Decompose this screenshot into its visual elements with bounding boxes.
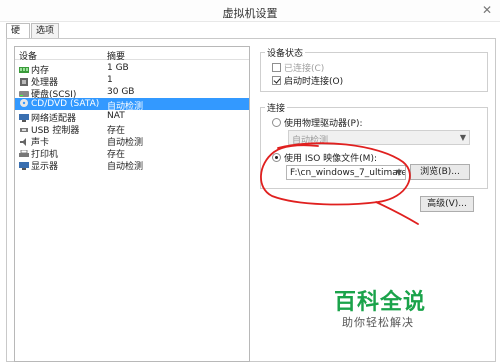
watermark: 百科全说 助你轻松解决 [334,284,494,344]
usb-controller-icon [19,126,29,134]
iso-file-radio[interactable]: 使用 ISO 映像文件(M): [272,151,377,164]
device-list[interactable]: 设备 摘要 内存 1 GB 处理器 1 硬盘(SCSI) 30 GB CD/DV… [14,46,250,362]
physical-drive-label: 使用物理驱动器(P): [284,119,363,129]
device-name: CD/DVD (SATA) [31,99,100,109]
device-summary: NAT [107,111,125,121]
device-row-printer[interactable]: 打印机 存在 [15,146,249,160]
list-header: 设备 摘要 [15,47,249,62]
chevron-down-icon: ▼ [459,133,466,142]
display-icon [19,162,29,170]
connected-label: 已连接(C) [284,64,325,74]
connection-title: 连接 [265,101,288,114]
device-name: 显示器 [31,162,59,172]
tab-options[interactable]: 选项 [31,23,59,38]
watermark-logo: 百科全说 [334,290,427,315]
network-adapter-icon [19,114,29,122]
tab-hardware[interactable]: 硬件 [6,23,30,50]
hard-disk-icon [19,90,29,98]
window-title: 虚拟机设置 [222,7,278,20]
device-row-hard-disk[interactable]: 硬盘(SCSI) 30 GB [15,86,249,100]
device-summary: 30 GB [107,87,135,97]
connect-at-power-on-checkbox[interactable]: 启动时连接(O) [272,74,343,87]
physical-drive-radio[interactable]: 使用物理驱动器(P): [272,116,362,129]
browse-button[interactable]: 浏览(B)... [410,164,470,180]
close-icon[interactable]: ✕ [478,2,496,18]
device-row-usb-controller[interactable]: USB 控制器 存在 [15,122,249,136]
cd-dvd-icon [19,99,29,107]
device-row-display[interactable]: 显示器 自动检测 [15,158,249,172]
physical-drive-value: 自动检测 [292,136,329,145]
column-header-device[interactable]: 设备 [19,49,37,62]
physical-drive-select[interactable]: 自动检测 ▼ [288,130,470,145]
device-summary: 1 GB [107,63,129,73]
column-header-summary[interactable]: 摘要 [107,49,125,62]
connected-checkbox[interactable]: 已连接(C) [272,61,324,74]
processor-icon [19,78,29,86]
device-summary: 自动检测 [107,162,144,172]
title-bar: 虚拟机设置 ✕ [0,0,500,22]
device-row-memory[interactable]: 内存 1 GB [15,62,249,76]
connect-at-power-on-label: 启动时连接(O) [284,77,344,87]
device-row-sound-card[interactable]: 声卡 自动检测 [15,134,249,148]
device-summary: 1 [107,75,113,85]
printer-icon [19,149,29,158]
device-status-title: 设备状态 [265,46,306,59]
device-row-cd-dvd[interactable]: CD/DVD (SATA) 自动检测 [15,98,249,112]
iso-path-value: F:\cn_windows_7_ultimate_ [290,168,406,178]
chevron-down-icon: ▼ [395,168,402,177]
device-row-processor[interactable]: 处理器 1 [15,74,249,88]
iso-file-label: 使用 ISO 映像文件(M): [284,154,377,164]
device-row-network-adapter[interactable]: 网络适配器 NAT [15,110,249,124]
watermark-subtitle: 助你轻松解决 [342,316,414,329]
iso-path-combobox[interactable]: F:\cn_windows_7_ultimate_ ▼ [286,165,406,180]
memory-icon [19,66,29,74]
advanced-button[interactable]: 高级(V)... [420,196,474,212]
sound-card-icon [19,138,29,146]
